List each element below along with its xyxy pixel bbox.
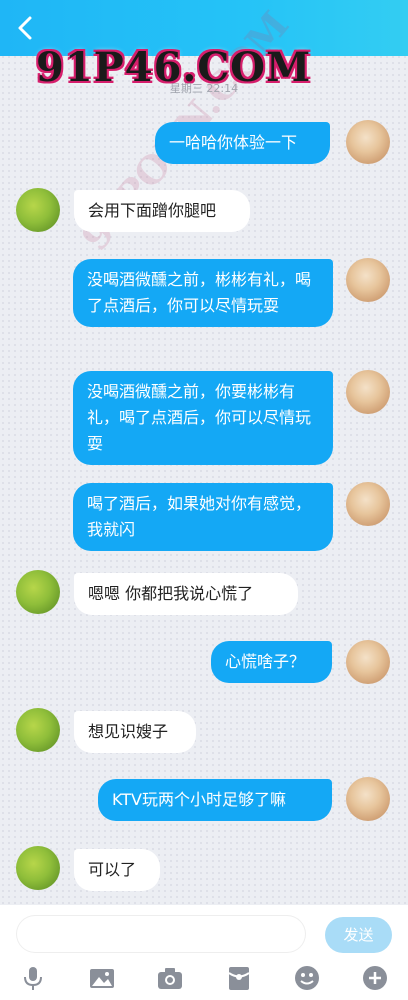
red-packet-button[interactable] bbox=[224, 963, 254, 993]
self-avatar[interactable] bbox=[346, 777, 390, 821]
emoji-button[interactable] bbox=[292, 963, 322, 993]
message-timestamp: 星期三 22:14 bbox=[169, 82, 239, 95]
camera-icon bbox=[158, 968, 182, 989]
send-button[interactable]: 发送 bbox=[325, 917, 392, 953]
message-bubble-self[interactable]: 没喝酒微醺之前，你要彬彬有礼，喝了点酒后，你可以尽情玩耍 bbox=[73, 371, 333, 465]
photo-button[interactable] bbox=[87, 963, 117, 993]
message-bubble-self[interactable]: KTV玩两个小时足够了嘛 bbox=[98, 779, 332, 821]
message-bubble-peer[interactable]: 可以了 bbox=[74, 849, 160, 891]
emoji-icon bbox=[295, 966, 319, 990]
chevron-left-icon bbox=[18, 16, 32, 40]
self-avatar[interactable] bbox=[346, 640, 390, 684]
back-button[interactable] bbox=[10, 12, 40, 44]
plus-icon bbox=[363, 966, 387, 990]
message-bubble-self[interactable]: 没喝酒微醺之前，彬彬有礼，喝了点酒后，你可以尽情玩耍 bbox=[73, 259, 333, 327]
self-avatar[interactable] bbox=[346, 120, 390, 164]
image-icon bbox=[90, 969, 114, 988]
message-bubble-peer[interactable]: 想见识嫂子 bbox=[74, 711, 196, 753]
self-avatar[interactable] bbox=[346, 370, 390, 414]
self-avatar[interactable] bbox=[346, 258, 390, 302]
message-bubble-peer[interactable]: 会用下面蹭你腿吧 bbox=[74, 190, 250, 232]
message-bubble-self[interactable]: 心慌啥子？ bbox=[211, 641, 332, 683]
composer-toolbar bbox=[0, 963, 408, 1000]
message-bubble-self[interactable]: 一哈哈你体验一下 bbox=[155, 122, 330, 164]
message-bubble-peer[interactable]: 嗯嗯 你都把我说心慌了 bbox=[74, 573, 298, 615]
message-bubble-self[interactable]: 喝了酒后，如果她对你有感觉，我就闪 bbox=[73, 483, 333, 551]
peer-avatar[interactable] bbox=[16, 846, 60, 890]
camera-button[interactable] bbox=[155, 963, 185, 993]
microphone-icon bbox=[24, 967, 42, 990]
peer-avatar[interactable] bbox=[16, 708, 60, 752]
message-input[interactable] bbox=[16, 915, 306, 953]
peer-avatar[interactable] bbox=[16, 188, 60, 232]
voice-button[interactable] bbox=[18, 963, 48, 993]
red-packet-icon bbox=[228, 967, 250, 990]
composer-bar: 发送 bbox=[0, 905, 408, 1000]
self-avatar[interactable] bbox=[346, 482, 390, 526]
peer-avatar[interactable] bbox=[16, 570, 60, 614]
more-button[interactable] bbox=[360, 963, 390, 993]
